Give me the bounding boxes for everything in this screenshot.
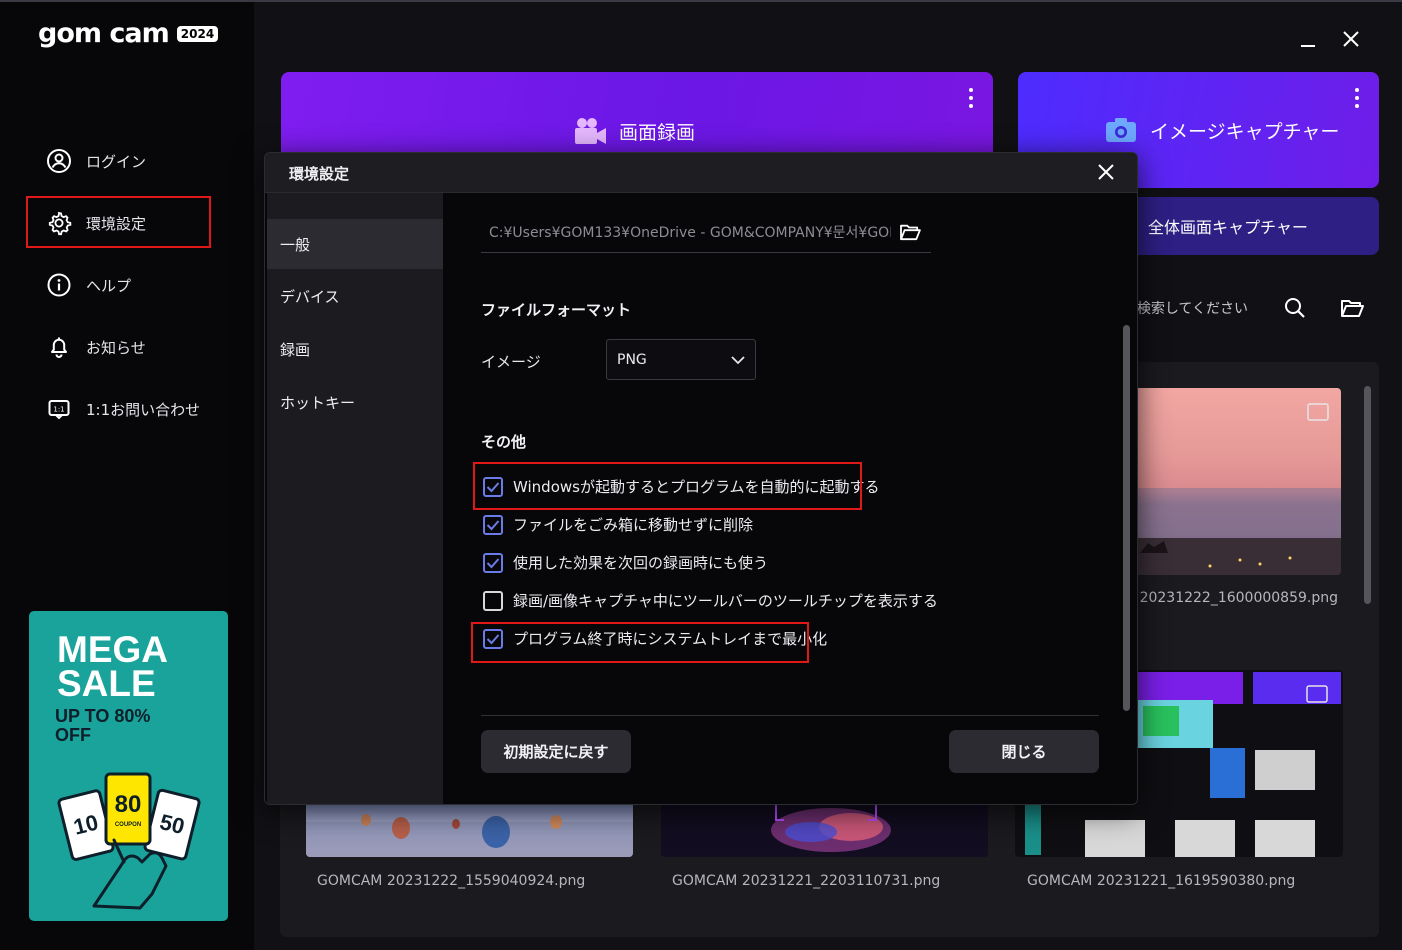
sidebar-item-label: 1:1お問い合わせ xyxy=(86,400,201,419)
promo-banner[interactable]: MEGA SALE UP TO 80% OFF 10 50 80 COUPON xyxy=(29,611,228,921)
save-path-value: C:¥Users¥GOM133¥OneDrive - GOM&COMPANY¥문… xyxy=(489,224,891,241)
camera-icon xyxy=(1106,118,1136,142)
option-delete-without-trash[interactable]: ファイルをごみ箱に移動せずに削除 xyxy=(483,514,753,535)
dialog-tab-general[interactable]: 一般 xyxy=(267,219,443,269)
screen-record-label: 画面録画 xyxy=(619,121,696,144)
reset-defaults-button[interactable]: 初期設定に戻す xyxy=(481,730,631,773)
check-icon xyxy=(486,557,500,568)
coupon-illustration: 10 50 80 COUPON xyxy=(57,772,201,910)
search-button[interactable] xyxy=(1283,296,1307,324)
dialog-tab-record[interactable]: 録画 xyxy=(267,324,443,374)
autostart-highlight-box xyxy=(473,462,862,510)
dialog-tab-label: デバイス xyxy=(280,287,340,306)
checkbox-checked[interactable] xyxy=(483,514,503,535)
thumbnail-caption: GOMCAM 20231221_1619590380.png xyxy=(1027,873,1296,889)
reset-defaults-label: 初期設定に戻す xyxy=(503,743,609,761)
dialog-tab-label: ホットキー xyxy=(280,393,356,412)
minimize-icon xyxy=(1301,45,1315,47)
dialog-divider xyxy=(481,715,1099,716)
option-label: 録画/画像キャプチャ中にツールバーのツールチップを表示する xyxy=(513,592,938,610)
fullscreen-capture-label: 全体画面キャプチャー xyxy=(1148,218,1308,237)
minimize-button[interactable] xyxy=(1300,31,1316,51)
record-more-icon[interactable] xyxy=(968,88,974,108)
option-toolbar-tooltips[interactable]: 録画/画像キャプチャ中にツールバーのツールチップを表示する xyxy=(483,590,938,611)
gallery-scrollbar[interactable] xyxy=(1364,386,1371,604)
search-input[interactable]: 検索してください。 xyxy=(1138,298,1248,318)
search-placeholder: 検索してください。 xyxy=(1138,301,1248,317)
open-folder-button[interactable] xyxy=(1340,298,1364,322)
user-circle-icon xyxy=(46,148,72,174)
sidebar-item-login[interactable]: ログイン xyxy=(46,146,146,176)
promo-headline: MEGA SALE xyxy=(57,629,167,704)
image-capture-label-wrap: イメージキャプチャー xyxy=(1104,116,1339,144)
chevron-down-icon xyxy=(731,355,745,364)
dialog-tab-hotkey[interactable]: ホットキー xyxy=(267,377,443,427)
app-logo: gom cam 2024 xyxy=(38,18,219,49)
image-format-value: PNG xyxy=(617,351,647,368)
checkbox-unchecked[interactable] xyxy=(483,590,503,611)
logo-year-badge: 2024 xyxy=(176,25,219,42)
image-format-label: イメージ xyxy=(481,353,541,371)
thumbnail-caption: GOMCAM 20231222_1600000859.png xyxy=(1138,590,1338,606)
search-icon xyxy=(1285,298,1305,318)
dialog-close-button[interactable] xyxy=(1097,163,1115,185)
dialog-header: 環境設定 xyxy=(265,153,1137,193)
dialog-body: C:¥Users¥GOM133¥OneDrive - GOM&COMPANY¥문… xyxy=(443,193,1137,804)
thumbnail-caption: GOMCAM 20231221_2203110731.png xyxy=(672,873,941,889)
dialog-title: 環境設定 xyxy=(289,165,350,183)
close-window-button[interactable] xyxy=(1342,30,1360,52)
bell-icon xyxy=(46,334,72,360)
dialog-nav: 一般 デバイス 録画 ホットキー xyxy=(267,193,443,804)
sidebar-item-help[interactable]: ヘルプ xyxy=(46,270,131,300)
option-label: ファイルをごみ箱に移動せずに削除 xyxy=(513,516,754,534)
file-format-title: ファイルフォーマット xyxy=(481,301,632,319)
check-icon xyxy=(486,519,500,530)
close-icon xyxy=(1098,164,1114,180)
video-camera-icon xyxy=(575,118,606,144)
chat-icon: 1:1 xyxy=(46,396,72,422)
image-format-select[interactable]: PNG xyxy=(606,339,756,380)
sidebar: gom cam 2024 ログイン 環境設定 ヘルプ お知らせ 1:1 1:1お… xyxy=(0,2,254,950)
sidebar-item-label: ログイン xyxy=(86,152,147,171)
dialog-tab-label: 録画 xyxy=(280,340,311,359)
folder-icon xyxy=(1341,300,1364,317)
close-dialog-label: 閉じる xyxy=(1001,743,1047,761)
sidebar-item-label: お知らせ xyxy=(86,338,146,357)
close-icon xyxy=(1343,31,1359,47)
tray-highlight-box xyxy=(471,622,809,663)
dialog-scrollbar[interactable] xyxy=(1123,325,1130,711)
folder-icon[interactable] xyxy=(899,223,921,241)
save-path-field[interactable]: C:¥Users¥GOM133¥OneDrive - GOM&COMPANY¥문… xyxy=(481,211,931,253)
settings-highlight-box xyxy=(26,196,211,248)
gom-cam-window: gom cam 2024 ログイン 環境設定 ヘルプ お知らせ 1:1 1:1お… xyxy=(0,0,1402,950)
close-dialog-button[interactable]: 閉じる xyxy=(949,730,1099,773)
sidebar-item-inquiry[interactable]: 1:1 1:1お問い合わせ xyxy=(46,394,200,424)
dialog-tab-device[interactable]: デバイス xyxy=(267,271,443,321)
checkbox-checked[interactable] xyxy=(483,552,503,573)
image-capture-more-icon[interactable] xyxy=(1354,88,1360,108)
info-icon xyxy=(46,272,72,298)
settings-dialog: 環境設定 一般 デバイス 録画 ホットキー C:¥Users¥GOM133¥On… xyxy=(264,152,1138,805)
sidebar-item-notice[interactable]: お知らせ xyxy=(46,332,146,362)
window-controls xyxy=(1300,30,1360,52)
coupon-80-value: 80 xyxy=(115,791,142,818)
promo-subline: UP TO 80% OFF xyxy=(55,706,151,745)
thumbnail-caption: GOMCAM 20231222_1559040924.png xyxy=(317,873,586,889)
coupon-word: COUPON xyxy=(115,822,141,828)
screen-record-label-wrap: 画面録画 xyxy=(573,116,695,146)
other-title: その他 xyxy=(481,433,527,451)
dialog-tab-label: 一般 xyxy=(280,235,311,254)
option-label: 使用した効果を次回の録画時にも使う xyxy=(513,554,769,572)
option-reuse-effects[interactable]: 使用した効果を次回の録画時にも使う xyxy=(483,552,768,573)
image-capture-label: イメージキャプチャー xyxy=(1150,120,1340,143)
svg-text:1:1: 1:1 xyxy=(53,406,64,414)
sidebar-item-label: ヘルプ xyxy=(86,276,132,295)
logo-text: gom cam xyxy=(38,18,170,49)
